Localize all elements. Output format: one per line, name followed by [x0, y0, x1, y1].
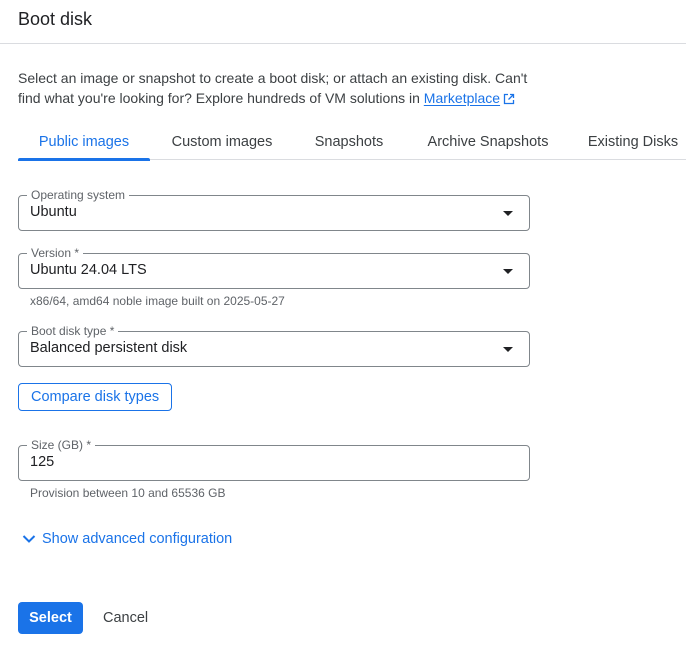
size-field: Size (GB) *	[18, 438, 530, 481]
field-label: Operating system	[27, 188, 130, 202]
field-value: Ubuntu 24.04 LTS	[30, 262, 147, 278]
compare-disk-types-button[interactable]: Compare disk types	[18, 383, 173, 411]
size-helper-text: Provision between 10 and 65536 GB	[30, 486, 226, 500]
field-label: Boot disk type *	[27, 324, 119, 338]
intro-text: Select an image or snapshot to create a …	[18, 68, 538, 108]
tab-existing-disks[interactable]: Existing Disks	[580, 124, 686, 160]
select-button[interactable]: Select	[18, 602, 83, 634]
boot-disk-type-select[interactable]: Boot disk type * Balanced persistent dis…	[18, 324, 530, 367]
operating-system-select[interactable]: Operating system Ubuntu	[18, 188, 530, 231]
field-label: Size (GB) *	[27, 438, 96, 452]
dropdown-arrow-icon	[503, 211, 513, 216]
advanced-label: Show advanced configuration	[42, 531, 233, 547]
field-value: Ubuntu	[30, 204, 77, 220]
tab-custom-images[interactable]: Custom images	[160, 124, 284, 160]
show-advanced-configuration-toggle[interactable]: Show advanced configuration	[22, 529, 232, 549]
tab-snapshots[interactable]: Snapshots	[302, 124, 396, 160]
image-source-tabs: Public images Custom images Snapshots Ar…	[18, 124, 686, 161]
page-title: Boot disk	[18, 9, 93, 29]
version-select[interactable]: Version * Ubuntu 24.04 LTS	[18, 246, 530, 289]
cancel-button[interactable]: Cancel	[92, 602, 159, 634]
dialog-header: Boot disk	[0, 0, 686, 44]
size-input[interactable]	[30, 454, 510, 470]
version-helper-text: x86/64, amd64 noble image built on 2025-…	[30, 294, 285, 308]
tab-public-images[interactable]: Public images	[18, 124, 150, 161]
open-in-new-icon[interactable]	[503, 93, 515, 105]
chevron-down-icon	[22, 535, 36, 543]
tab-archive-snapshots[interactable]: Archive Snapshots	[412, 124, 564, 160]
field-value: Balanced persistent disk	[30, 340, 188, 356]
marketplace-link[interactable]: Marketplace	[424, 90, 500, 106]
field-label: Version *	[27, 246, 84, 260]
dropdown-arrow-icon	[503, 347, 513, 352]
dropdown-arrow-icon	[503, 269, 513, 274]
